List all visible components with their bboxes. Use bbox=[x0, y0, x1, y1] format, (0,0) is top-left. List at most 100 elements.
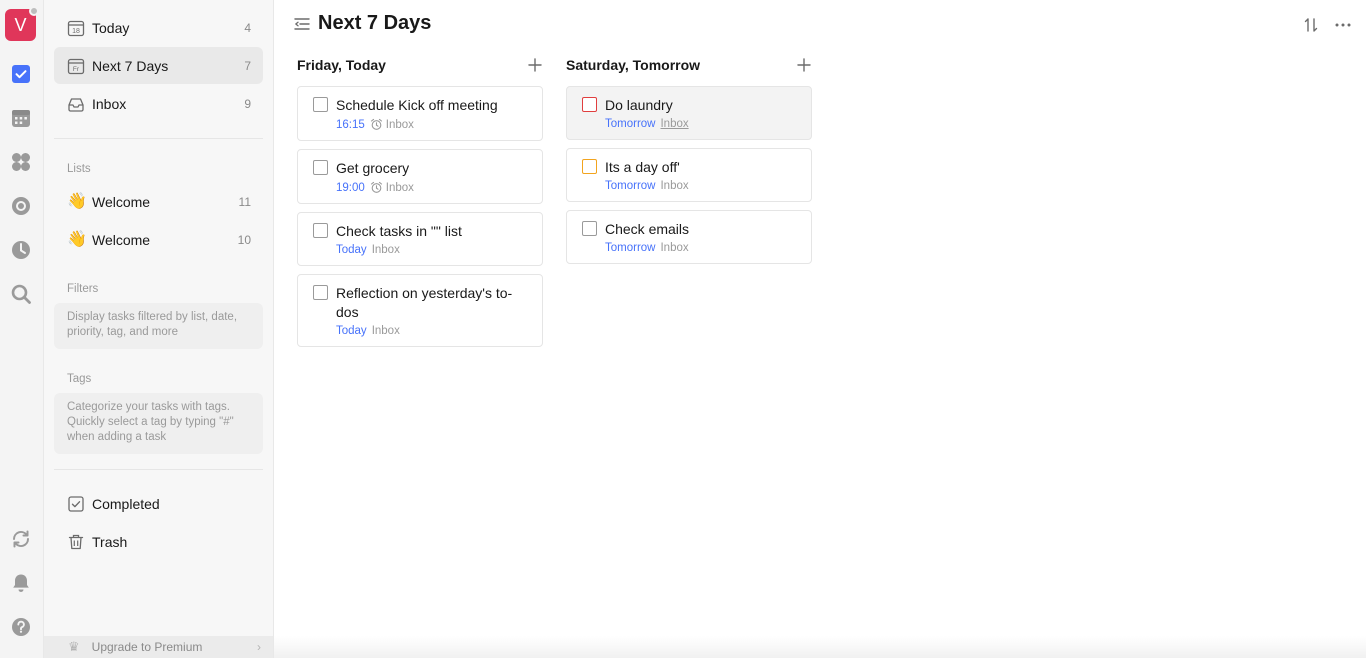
inbox-icon bbox=[67, 95, 85, 113]
sidebar-item-count: 11 bbox=[238, 194, 251, 209]
sidebar-item-completed[interactable]: Completed bbox=[54, 485, 263, 522]
sidebar-item-count: 7 bbox=[244, 58, 251, 73]
task-meta: Tomorrow Inbox bbox=[605, 180, 801, 192]
task-date: 19:00 bbox=[336, 181, 365, 194]
column-title: Friday, Today bbox=[297, 57, 386, 73]
task-meta: Tomorrow Inbox bbox=[605, 242, 801, 254]
bottom-fade bbox=[274, 636, 1366, 658]
sidebar-item-inbox[interactable]: Inbox 9 bbox=[54, 85, 263, 122]
wave-emoji-icon: 👋 bbox=[67, 192, 87, 210]
task-list-name: Inbox bbox=[385, 118, 414, 131]
task-checkbox[interactable] bbox=[313, 285, 328, 300]
sidebar-item-label: Welcome bbox=[92, 231, 151, 248]
sidebar-item-trash[interactable]: Trash bbox=[54, 523, 263, 560]
tags-hint: Categorize your tasks with tags. Quickly… bbox=[54, 393, 263, 454]
sidebar-item-list-welcome[interactable]: 👋 Welcome 10 bbox=[54, 221, 263, 258]
user-avatar[interactable]: V bbox=[5, 6, 39, 41]
add-task-icon[interactable] bbox=[796, 57, 812, 73]
task-meta: 16:15 Inbox bbox=[336, 118, 532, 131]
wave-emoji-icon: 👋 bbox=[67, 230, 87, 248]
filters-hint: Display tasks filtered by list, date, pr… bbox=[54, 303, 263, 349]
collapse-sidebar-icon[interactable] bbox=[294, 16, 310, 32]
crown-icon: ♛ bbox=[68, 639, 80, 654]
task-title: Get grocery bbox=[336, 160, 410, 176]
task-title: Check tasks in "" list bbox=[336, 223, 462, 239]
task-checkbox[interactable] bbox=[313, 223, 328, 238]
task-card[interactable]: Its a day off' Tomorrow Inbox bbox=[566, 148, 812, 202]
sidebar-item-label: Completed bbox=[92, 495, 160, 512]
task-list-name: Inbox bbox=[660, 242, 689, 254]
tasks-icon[interactable] bbox=[10, 63, 32, 85]
calendar-today-icon: 18 bbox=[67, 19, 85, 37]
sidebar-item-label: Next 7 Days bbox=[92, 57, 169, 74]
task-checkbox[interactable] bbox=[313, 97, 328, 112]
app-rail: V bbox=[0, 0, 44, 658]
sidebar-item-next-7-days[interactable]: Fr Next 7 Days 7 bbox=[54, 47, 263, 84]
task-list-name[interactable]: Inbox bbox=[660, 118, 688, 130]
page-header: Next 7 Days bbox=[294, 12, 431, 35]
task-checkbox-medium-priority[interactable] bbox=[582, 159, 597, 174]
task-card[interactable]: Reflection on yesterday's to-dos Today I… bbox=[297, 274, 543, 347]
sidebar-item-count: 9 bbox=[244, 96, 251, 111]
task-checkbox[interactable] bbox=[582, 221, 597, 236]
alarm-clock-icon bbox=[370, 181, 383, 194]
sidebar: 18 Today 4 Fr Next 7 Days 7 Inbox 9 List… bbox=[44, 0, 274, 658]
column-header: Friday, Today bbox=[297, 56, 543, 74]
sidebar-divider bbox=[54, 469, 263, 470]
search-icon[interactable] bbox=[10, 283, 32, 305]
task-card[interactable]: Get grocery 19:00 Inbox bbox=[297, 149, 543, 204]
task-meta: Today Inbox bbox=[336, 325, 532, 337]
column-header: Saturday, Tomorrow bbox=[566, 56, 812, 74]
task-card[interactable]: Do laundry Tomorrow Inbox bbox=[566, 86, 812, 140]
task-checkbox[interactable] bbox=[313, 160, 328, 175]
more-options-icon[interactable] bbox=[1334, 16, 1352, 34]
calendar-icon[interactable] bbox=[10, 107, 32, 129]
task-checkbox-high-priority[interactable] bbox=[582, 97, 597, 112]
sort-icon[interactable] bbox=[1302, 16, 1320, 34]
main-content: Next 7 Days Friday, Today Schedule Kick … bbox=[274, 0, 1366, 658]
task-title: Schedule Kick off meeting bbox=[336, 97, 498, 113]
upgrade-label: Upgrade to Premium bbox=[91, 640, 203, 654]
add-task-icon[interactable] bbox=[527, 57, 543, 73]
task-date: Tomorrow bbox=[605, 242, 656, 254]
task-title: Its a day off' bbox=[605, 159, 680, 175]
calendar-week-icon: Fr bbox=[67, 57, 85, 75]
task-list-name: Inbox bbox=[385, 181, 414, 194]
task-date: Tomorrow bbox=[605, 180, 656, 192]
filters-heading: Filters bbox=[67, 283, 99, 295]
focus-icon[interactable] bbox=[10, 195, 32, 217]
svg-text:18: 18 bbox=[72, 28, 80, 35]
sidebar-item-label: Today bbox=[92, 19, 130, 36]
matrix-icon[interactable] bbox=[10, 151, 32, 173]
notification-icon[interactable] bbox=[10, 572, 32, 594]
sync-icon[interactable] bbox=[10, 528, 32, 550]
trash-icon bbox=[67, 533, 85, 551]
task-meta: Tomorrow Inbox bbox=[605, 118, 801, 130]
avatar-letter: V bbox=[14, 14, 27, 35]
sidebar-item-label: Inbox bbox=[92, 95, 127, 112]
sidebar-item-count: 10 bbox=[237, 232, 251, 247]
sidebar-item-label: Welcome bbox=[92, 193, 151, 210]
task-list-name: Inbox bbox=[660, 180, 689, 192]
upgrade-banner[interactable]: ♛ Upgrade to Premium › bbox=[44, 636, 273, 658]
day-column-friday: Friday, Today Schedule Kick off meeting … bbox=[297, 56, 543, 355]
svg-text:Fr: Fr bbox=[73, 66, 80, 73]
sidebar-item-list-welcome[interactable]: 👋 Welcome 11 bbox=[54, 183, 263, 220]
task-card[interactable]: Check tasks in "" list Today Inbox bbox=[297, 212, 543, 266]
alarm-clock-icon bbox=[370, 118, 383, 131]
task-list-name: Inbox bbox=[371, 244, 400, 256]
task-card[interactable]: Check emails Tomorrow Inbox bbox=[566, 210, 812, 264]
sidebar-item-today[interactable]: 18 Today 4 bbox=[54, 9, 263, 46]
task-date: 16:15 bbox=[336, 118, 365, 131]
task-list-name: Inbox bbox=[371, 325, 400, 337]
habit-icon[interactable] bbox=[10, 239, 32, 261]
lists-heading: Lists bbox=[67, 163, 91, 175]
task-date: Today bbox=[336, 244, 367, 256]
sidebar-item-count: 4 bbox=[244, 20, 251, 35]
help-icon[interactable] bbox=[10, 616, 32, 638]
column-title: Saturday, Tomorrow bbox=[566, 57, 701, 73]
task-card[interactable]: Schedule Kick off meeting 16:15 Inbox bbox=[297, 86, 543, 141]
sidebar-divider bbox=[54, 138, 263, 139]
day-column-saturday: Saturday, Tomorrow Do laundry Tomorrow I… bbox=[566, 56, 812, 272]
task-date: Tomorrow bbox=[605, 118, 656, 130]
